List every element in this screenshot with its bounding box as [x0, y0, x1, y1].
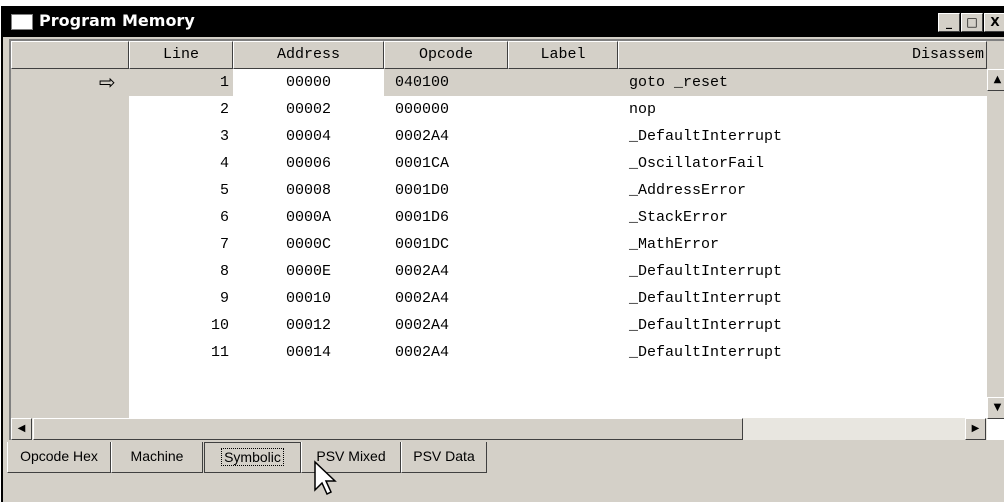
address-cell: 00002 [285, 101, 331, 118]
scroll-up-icon[interactable]: ▲ [987, 69, 1004, 91]
opcode-cell: 0002A4 [395, 290, 450, 307]
opcode-cell: 0002A4 [395, 344, 450, 361]
mouse-cursor-icon [314, 460, 337, 496]
table-row[interactable]: 6 0000A 0001D6 _StackError [11, 204, 987, 231]
opcode-cell: 0001CA [395, 155, 450, 172]
opcode-cell: 0001DC [395, 236, 450, 253]
disassembly-cell: _AddressError [629, 182, 747, 199]
line-number-cell: 5 [219, 182, 229, 199]
table-row[interactable]: ⇨ 1 00000 040100 goto _reset [11, 69, 987, 96]
line-number-cell: 6 [219, 209, 229, 226]
disassembly-cell: goto _reset [629, 74, 729, 91]
address-cell: 00010 [285, 290, 331, 307]
scroll-right-icon[interactable]: ▶ [965, 418, 986, 440]
line-number-cell: 4 [219, 155, 229, 172]
column-header-label[interactable]: Label [508, 41, 618, 69]
address-cell: 00014 [285, 344, 331, 361]
opcode-cell: 0002A4 [395, 317, 450, 334]
disassembly-cell: _OscillatorFail [629, 155, 765, 172]
view-tabs: Opcode Hex Machine Symbolic PSV Mixed PS… [3, 442, 1004, 502]
disassembly-cell: _DefaultInterrupt [629, 263, 783, 280]
table-row[interactable]: 3 00004 0002A4 _DefaultInterrupt [11, 123, 987, 150]
program-memory-window: Program Memory _ □ X Line Address Opcode… [1, 6, 1004, 502]
disassembly-cell: nop [629, 101, 657, 118]
address-cell: 0000E [285, 263, 331, 280]
table-row[interactable]: 2 00002 000000 nop [11, 96, 987, 123]
window-title: Program Memory [39, 11, 195, 30]
opcode-cell: 000000 [395, 101, 450, 118]
address-cell: 00004 [285, 128, 331, 145]
disassembly-cell: _DefaultInterrupt [629, 344, 783, 361]
table-row[interactable]: 10 00012 0002A4 _DefaultInterrupt [11, 312, 987, 339]
table-row[interactable]: 8 0000E 0002A4 _DefaultInterrupt [11, 258, 987, 285]
address-cell: 0000C [285, 236, 331, 253]
table-row[interactable]: 7 0000C 0001DC _MathError [11, 231, 987, 258]
column-header-line[interactable]: Line [129, 41, 233, 69]
disassembly-cell: _DefaultInterrupt [629, 290, 783, 307]
line-number-cell: 10 [210, 317, 229, 334]
table-row[interactable]: 5 00008 0001D0 _AddressError [11, 177, 987, 204]
line-number-cell: 8 [219, 263, 229, 280]
disassembly-cell: _MathError [629, 236, 720, 253]
disassembly-cell: _DefaultInterrupt [629, 317, 783, 334]
opcode-cell: 040100 [395, 74, 450, 91]
minimize-button[interactable]: _ [938, 13, 960, 32]
maximize-button[interactable]: □ [961, 13, 983, 32]
column-header-opcode[interactable]: Opcode [384, 41, 508, 69]
window-icon [11, 14, 33, 30]
close-button[interactable]: X [984, 13, 1004, 32]
scroll-left-icon[interactable]: ◀ [11, 418, 32, 440]
address-cell: 00006 [285, 155, 331, 172]
tab-symbolic[interactable]: Symbolic [204, 442, 301, 473]
tab-machine[interactable]: Machine [111, 442, 203, 473]
memory-grid: Line Address Opcode Label Disassem ⇨ 1 000… [9, 39, 1004, 440]
right-arrow-icon: ⇨ [99, 70, 116, 94]
line-number-cell: 1 [219, 74, 229, 91]
opcode-cell: 0001D0 [395, 182, 450, 199]
vertical-scrollbar[interactable]: ▲ ▼ [987, 69, 1004, 419]
column-header-row: Line Address Opcode Label Disassem [11, 41, 1004, 69]
column-header-address[interactable]: Address [233, 41, 384, 69]
horizontal-scroll-thumb[interactable] [33, 418, 743, 440]
opcode-cell: 0002A4 [395, 128, 450, 145]
disassembly-cell: _StackError [629, 209, 729, 226]
opcode-cell: 0002A4 [395, 263, 450, 280]
address-cell: 00008 [285, 182, 331, 199]
horizontal-scrollbar[interactable]: ◀ ▶ [11, 418, 987, 440]
tab-symbolic-label: Symbolic [221, 448, 284, 466]
opcode-cell: 0001D6 [395, 209, 450, 226]
table-row[interactable]: 4 00006 0001CA _OscillatorFail [11, 150, 987, 177]
address-cell: 0000A [285, 209, 331, 226]
line-number-cell: 11 [210, 344, 229, 361]
scroll-down-icon[interactable]: ▼ [987, 397, 1004, 419]
line-number-cell: 9 [219, 290, 229, 307]
tab-psv-data[interactable]: PSV Data [401, 442, 487, 473]
tab-opcode-hex[interactable]: Opcode Hex [7, 442, 111, 473]
table-row[interactable]: 9 00010 0002A4 _DefaultInterrupt [11, 285, 987, 312]
line-number-cell: 7 [219, 236, 229, 253]
header-corner [11, 41, 129, 69]
disassembly-cell: _DefaultInterrupt [629, 128, 783, 145]
address-cell: 00000 [285, 74, 331, 91]
table-row[interactable]: 11 00014 0002A4 _DefaultInterrupt [11, 339, 987, 366]
line-number-cell: 3 [219, 128, 229, 145]
column-header-disassembly[interactable]: Disassem [618, 41, 987, 69]
title-bar[interactable]: Program Memory _ □ X [3, 8, 1004, 37]
address-cell: 00012 [285, 317, 331, 334]
line-number-cell: 2 [219, 101, 229, 118]
